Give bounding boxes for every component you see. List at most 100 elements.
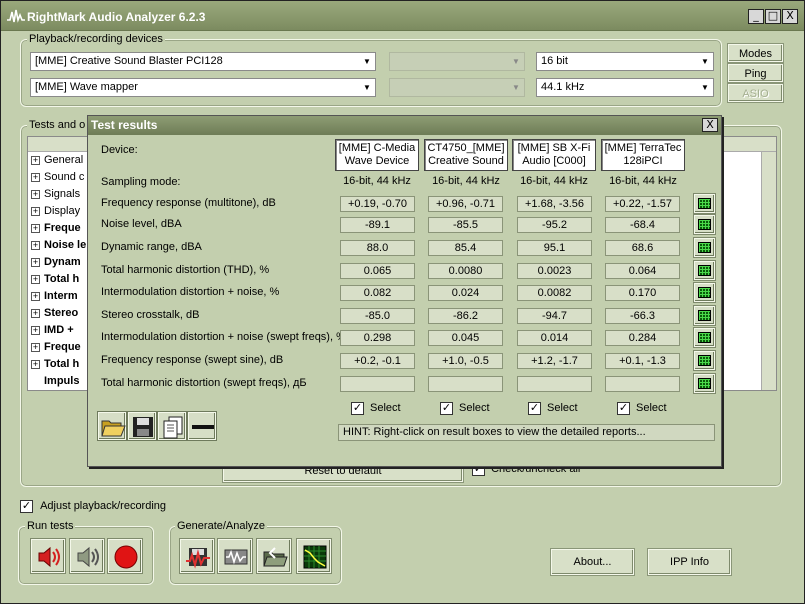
result-value-box[interactable]: +0.19, -0.70 [340, 196, 415, 212]
result-value-box[interactable]: +1.2, -1.7 [517, 353, 592, 369]
expand-icon[interactable]: + [31, 172, 40, 182]
modes-button[interactable]: Modes [728, 44, 783, 62]
result-value-box[interactable]: 68.6 [605, 240, 680, 256]
expand-icon[interactable]: + [31, 274, 40, 284]
tests-tree-scrollbar[interactable] [761, 152, 776, 390]
result-value-box[interactable]: 0.170 [605, 285, 680, 301]
select-checkbox[interactable]: ✓ [528, 402, 541, 415]
expand-icon[interactable]: + [31, 308, 40, 318]
result-graph-button[interactable] [694, 306, 715, 325]
select-device[interactable]: ✓ Select [528, 402, 578, 415]
result-value-box[interactable]: +0.22, -1.57 [605, 196, 680, 212]
tree-item[interactable]: + Stereo [31, 305, 78, 322]
expand-icon[interactable]: + [31, 240, 40, 250]
minimize-button[interactable]: _ [748, 9, 764, 24]
result-value-box[interactable]: +0.96, -0.71 [428, 196, 503, 212]
tree-item[interactable]: + Sound c [31, 169, 84, 186]
spectrum-analyzer-button[interactable] [297, 539, 331, 573]
result-value-box[interactable]: -68.4 [605, 217, 680, 233]
save-results-button[interactable] [128, 412, 156, 440]
tree-item[interactable]: + Dynam [31, 254, 81, 271]
device-name-box[interactable]: CT4750_[MME] Creative Sound [424, 139, 508, 171]
analyze-wave-button[interactable] [218, 539, 252, 573]
play-record-test-button[interactable] [31, 539, 65, 573]
tree-item[interactable]: Impuls [31, 373, 79, 390]
result-value-box[interactable]: 0.298 [340, 330, 415, 346]
result-graph-button[interactable] [694, 238, 715, 257]
device-name-box[interactable]: [MME] TerraTec 128iPCI [601, 139, 685, 171]
result-value-box[interactable]: 0.065 [340, 263, 415, 279]
result-value-box[interactable]: 0.064 [605, 263, 680, 279]
adjust-checkbox[interactable]: ✓ [20, 500, 33, 513]
result-value-box[interactable]: 0.082 [340, 285, 415, 301]
adjust-playback-recording[interactable]: ✓ Adjust playback/recording [20, 500, 166, 513]
result-value-box[interactable]: 0.0082 [517, 285, 592, 301]
open-analyze-button[interactable] [257, 539, 291, 573]
dialog-title-bar[interactable]: Test results [88, 116, 721, 135]
result-value-box[interactable]: 0.014 [517, 330, 592, 346]
result-graph-button[interactable] [694, 374, 715, 393]
maximize-button[interactable]: □ [765, 9, 781, 24]
result-value-box[interactable] [340, 376, 415, 392]
select-checkbox[interactable]: ✓ [351, 402, 364, 415]
about-button[interactable]: About... [551, 549, 634, 575]
ipp-info-button[interactable]: IPP Info [648, 549, 731, 575]
tree-item[interactable]: + Total h [31, 271, 79, 288]
expand-icon[interactable]: + [31, 257, 40, 267]
result-value-box[interactable]: -85.5 [428, 217, 503, 233]
device-name-box[interactable]: [MME] SB X-Fi Audio [C000] [512, 139, 596, 171]
record-test-button[interactable] [108, 539, 142, 573]
result-graph-button[interactable] [694, 351, 715, 370]
expand-icon[interactable]: + [31, 325, 40, 335]
result-value-box[interactable]: -86.2 [428, 308, 503, 324]
select-device[interactable]: ✓ Select [440, 402, 490, 415]
result-value-box[interactable]: 95.1 [517, 240, 592, 256]
recording-device-select[interactable]: [MME] Wave mapper ▼ [30, 78, 376, 97]
result-value-box[interactable]: +0.2, -0.1 [340, 353, 415, 369]
result-value-box[interactable]: +0.1, -1.3 [605, 353, 680, 369]
expand-icon[interactable] [31, 377, 40, 386]
copy-results-button[interactable] [158, 412, 186, 440]
expand-icon[interactable]: + [31, 189, 40, 199]
open-results-button[interactable] [98, 412, 126, 440]
expand-icon[interactable]: + [31, 342, 40, 352]
result-graph-button[interactable] [694, 261, 715, 280]
result-value-box[interactable] [428, 376, 503, 392]
tree-item[interactable]: + Freque [31, 339, 81, 356]
result-value-box[interactable]: 85.4 [428, 240, 503, 256]
sample-rate-select[interactable]: 44.1 kHz ▼ [536, 78, 714, 97]
tree-item[interactable]: + General [31, 152, 83, 169]
playback-test-button[interactable] [70, 539, 104, 573]
result-value-box[interactable]: 0.0080 [428, 263, 503, 279]
result-value-box[interactable]: 0.0023 [517, 263, 592, 279]
result-value-box[interactable]: +1.68, -3.56 [517, 196, 592, 212]
result-value-box[interactable]: 0.045 [428, 330, 503, 346]
result-value-box[interactable]: 0.284 [605, 330, 680, 346]
tree-item[interactable]: + Total h [31, 356, 79, 373]
result-value-box[interactable]: 88.0 [340, 240, 415, 256]
result-graph-button[interactable] [694, 283, 715, 302]
bit-depth-select[interactable]: 16 bit ▼ [536, 52, 714, 71]
result-graph-button[interactable] [694, 215, 715, 234]
device-name-box[interactable]: [MME] C-Media Wave Device [335, 139, 419, 171]
close-button[interactable]: X [782, 9, 798, 24]
tree-item[interactable]: + IMD + [31, 322, 74, 339]
result-value-box[interactable]: -94.7 [517, 308, 592, 324]
result-value-box[interactable]: +1.0, -0.5 [428, 353, 503, 369]
dialog-close-button[interactable]: X [702, 118, 718, 132]
result-value-box[interactable]: -95.2 [517, 217, 592, 233]
expand-icon[interactable]: + [31, 223, 40, 233]
title-bar[interactable]: RightMark Audio Analyzer 6.2.3 _ □ X [1, 1, 804, 31]
result-graph-button[interactable] [694, 328, 715, 347]
tree-item[interactable]: + Freque [31, 220, 81, 237]
tree-item[interactable]: + Signals [31, 186, 80, 203]
generate-save-button[interactable] [180, 539, 214, 573]
tree-item[interactable]: + Interm [31, 288, 78, 305]
select-device[interactable]: ✓ Select [617, 402, 667, 415]
result-value-box[interactable]: -89.1 [340, 217, 415, 233]
ping-button[interactable]: Ping [728, 64, 783, 82]
result-value-box[interactable] [517, 376, 592, 392]
expand-icon[interactable]: + [31, 359, 40, 369]
playback-device-select[interactable]: [MME] Creative Sound Blaster PCI128 ▼ [30, 52, 376, 71]
select-checkbox[interactable]: ✓ [617, 402, 630, 415]
